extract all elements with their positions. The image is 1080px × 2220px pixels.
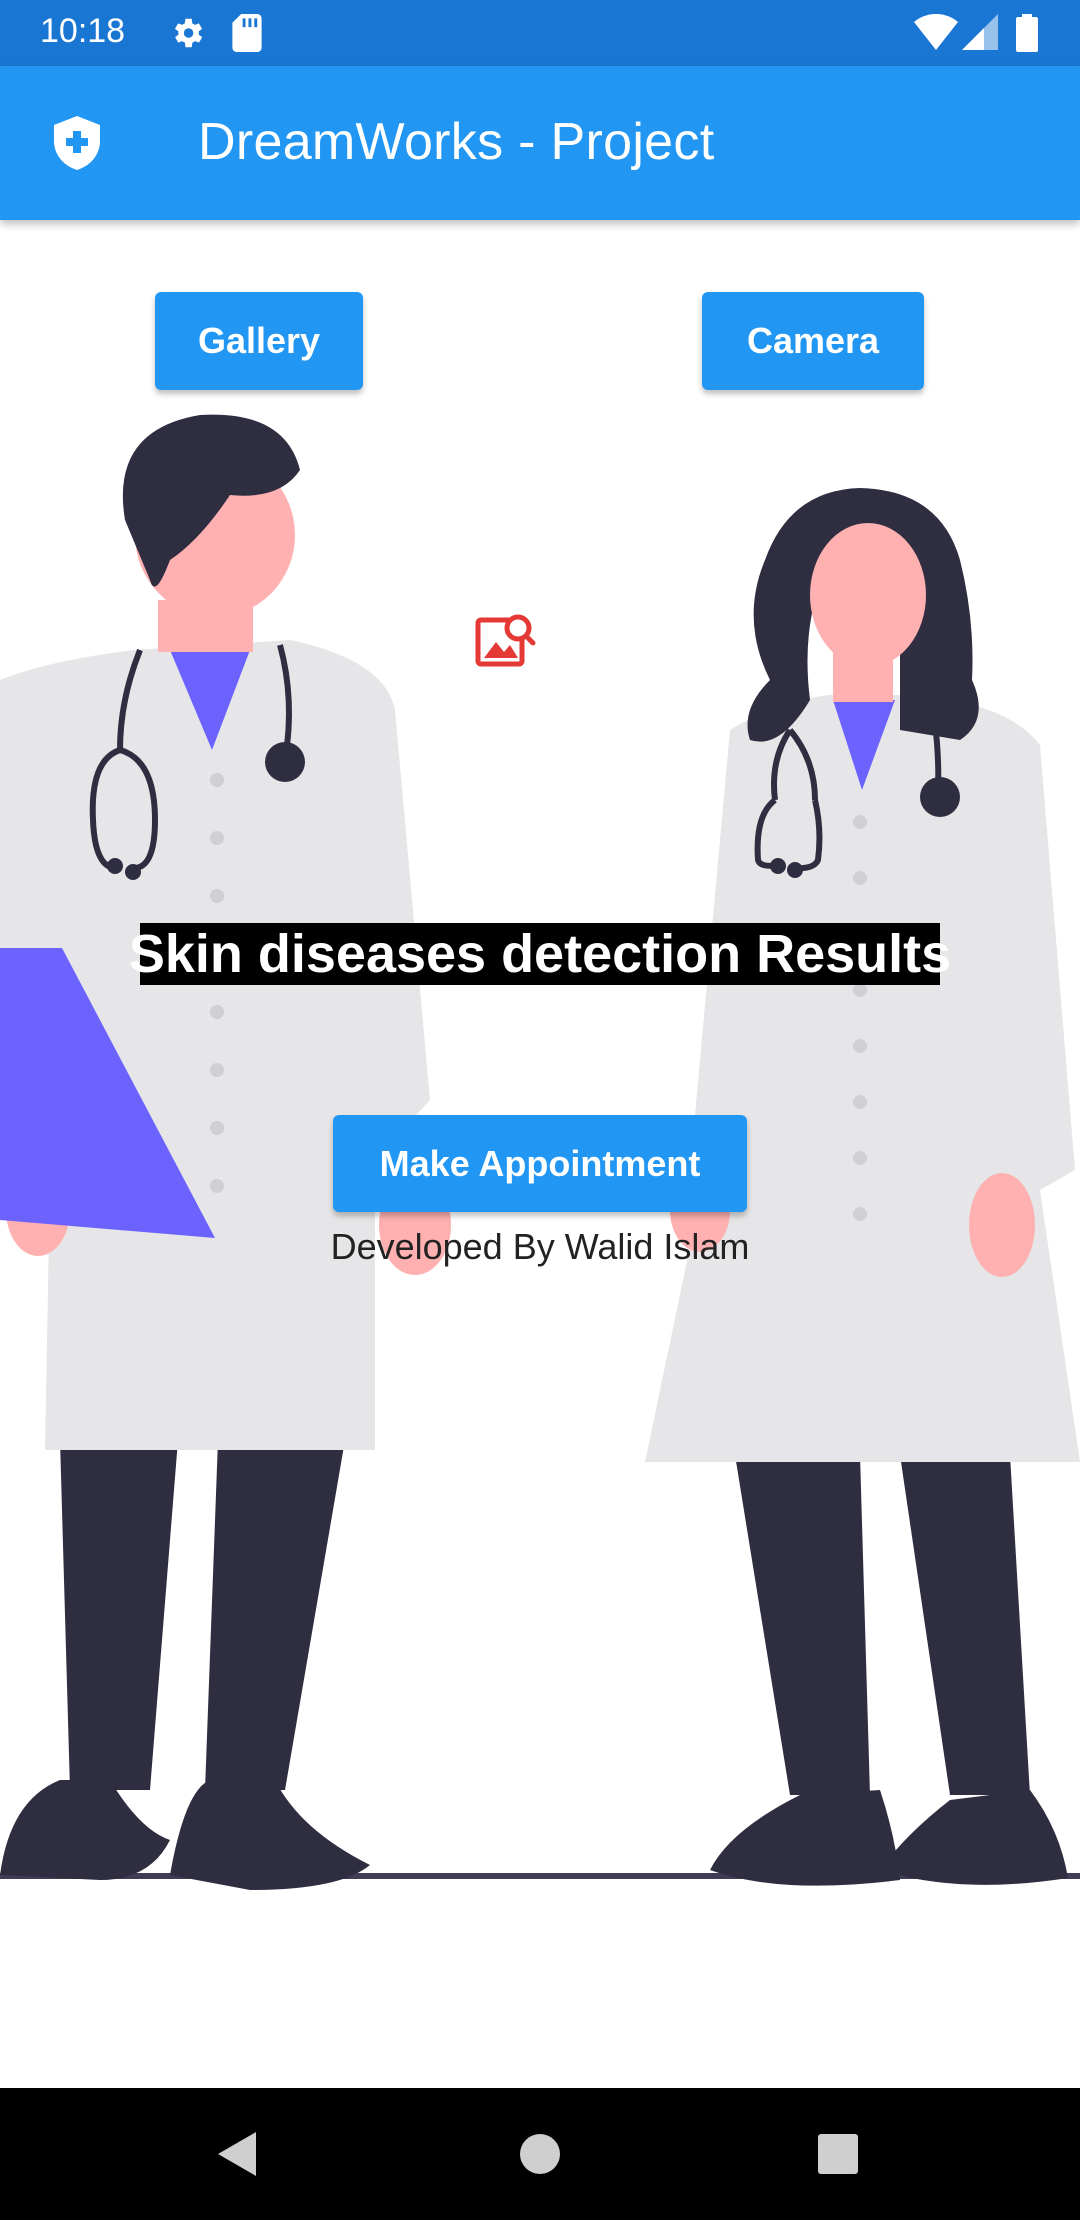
sd-card-icon [232,14,262,57]
status-time: 10:18 [40,12,126,50]
app-title: DreamWorks - Project [198,113,715,171]
app-bar: DreamWorks - Project [0,66,1080,220]
results-heading: Skin diseases detection Results [128,923,952,985]
gallery-button[interactable]: Gallery [155,292,363,390]
home-circle-icon[interactable] [519,2133,561,2180]
battery-icon [1016,14,1038,57]
make-appointment-button[interactable]: Make Appointment [333,1115,747,1212]
shield-plus-icon [54,116,100,175]
cell-signal-icon [962,14,998,55]
navigation-bar [0,2088,1080,2220]
wifi-icon [914,13,958,55]
image-search-icon [474,612,536,675]
camera-button[interactable]: Camera [702,292,924,390]
status-bar: 10:18 [0,0,1080,66]
back-triangle-icon[interactable] [218,2132,258,2181]
recents-square-icon[interactable] [817,2133,859,2180]
gear-icon [168,14,206,57]
developer-credit: Developed By Walid Islam [330,1226,750,1267]
